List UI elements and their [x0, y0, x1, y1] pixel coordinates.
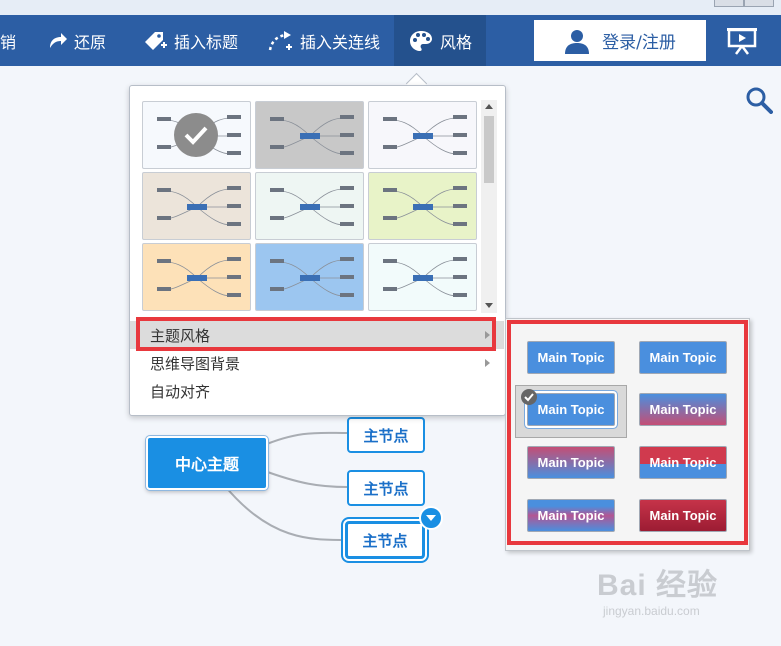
collapse-toggle[interactable] — [419, 506, 443, 530]
presentation-icon — [727, 28, 757, 55]
menu-item-background[interactable]: 思维导图背景 — [130, 349, 504, 377]
menu-item-label: 思维导图背景 — [150, 354, 241, 373]
baidu-watermark: Bai 经验 jingyan.baidu.com — [597, 560, 718, 618]
presentation-button[interactable] — [726, 27, 758, 59]
selected-theme-check-icon — [174, 113, 218, 157]
connector-icon — [268, 30, 292, 50]
main-node-label: 主节点 — [363, 426, 409, 445]
center-topic-label: 中心主题 — [174, 455, 239, 474]
mindmap-preview-icon — [383, 115, 467, 155]
login-button[interactable]: 登录/注册 — [534, 20, 706, 61]
mindmap-preview-icon — [270, 186, 354, 226]
mindmap-preview-icon — [383, 186, 467, 226]
window-titlebar — [0, 0, 781, 16]
search-icon — [746, 87, 773, 114]
theme-thumbnail[interactable] — [368, 243, 477, 311]
theme-thumbnail[interactable] — [368, 172, 477, 240]
user-icon — [565, 29, 590, 54]
undo-button[interactable]: 销 — [0, 15, 16, 66]
tag-icon — [145, 31, 167, 50]
main-node-label: 主节点 — [363, 479, 409, 498]
redo-icon — [50, 32, 67, 48]
style-label: 风格 — [439, 32, 472, 52]
insert-link-button[interactable]: 插入关连线 — [266, 15, 380, 66]
main-node-3-selected[interactable]: 主节点 — [345, 521, 425, 559]
maximize-button[interactable] — [744, 0, 774, 7]
mindmap-preview-icon — [157, 257, 241, 297]
main-node-label: 主节点 — [362, 531, 408, 550]
menu-item-auto-align[interactable]: 自动对齐 — [130, 377, 504, 405]
main-node-2[interactable]: 主节点 — [347, 470, 425, 506]
theme-thumbnail[interactable] — [368, 101, 477, 169]
minimize-button[interactable] — [714, 0, 744, 7]
login-label: 登录/注册 — [602, 33, 676, 53]
style-button[interactable]: 风格 — [394, 15, 486, 66]
search-button[interactable] — [745, 86, 773, 118]
theme-thumbnail[interactable] — [255, 101, 364, 169]
chevron-right-icon — [485, 359, 490, 367]
insert-title-label: 插入标题 — [174, 32, 239, 52]
mindmap-preview-icon — [270, 115, 354, 155]
watermark-brand: Bai 经验 — [597, 569, 719, 602]
scrollbar-thumb[interactable] — [484, 116, 494, 183]
theme-thumbnail[interactable] — [142, 172, 251, 240]
highlight-box-theme-style — [136, 317, 496, 351]
redo-label: 还原 — [74, 32, 107, 52]
menu-item-label: 自动对齐 — [150, 382, 211, 401]
center-topic[interactable]: 中心主题 — [146, 436, 268, 490]
redo-button[interactable]: 还原 — [46, 15, 106, 66]
mindmap-preview-icon — [157, 186, 241, 226]
theme-thumbnail[interactable] — [142, 101, 251, 169]
main-node-1[interactable]: 主节点 — [347, 417, 425, 453]
insert-title-button[interactable]: 插入标题 — [142, 15, 238, 66]
theme-thumbnail[interactable] — [142, 243, 251, 311]
undo-label: 销 — [0, 32, 17, 52]
palette-icon — [409, 30, 432, 51]
chevron-down-icon — [426, 515, 436, 521]
theme-thumbnail[interactable] — [255, 172, 364, 240]
theme-thumbnail[interactable] — [255, 243, 364, 311]
highlight-box-style-submenu — [507, 320, 748, 545]
insert-link-label: 插入关连线 — [300, 32, 381, 52]
mindmap-preview-icon — [270, 257, 354, 297]
watermark-url: jingyan.baidu.com — [603, 604, 700, 618]
mindmap-preview-icon — [383, 257, 467, 297]
